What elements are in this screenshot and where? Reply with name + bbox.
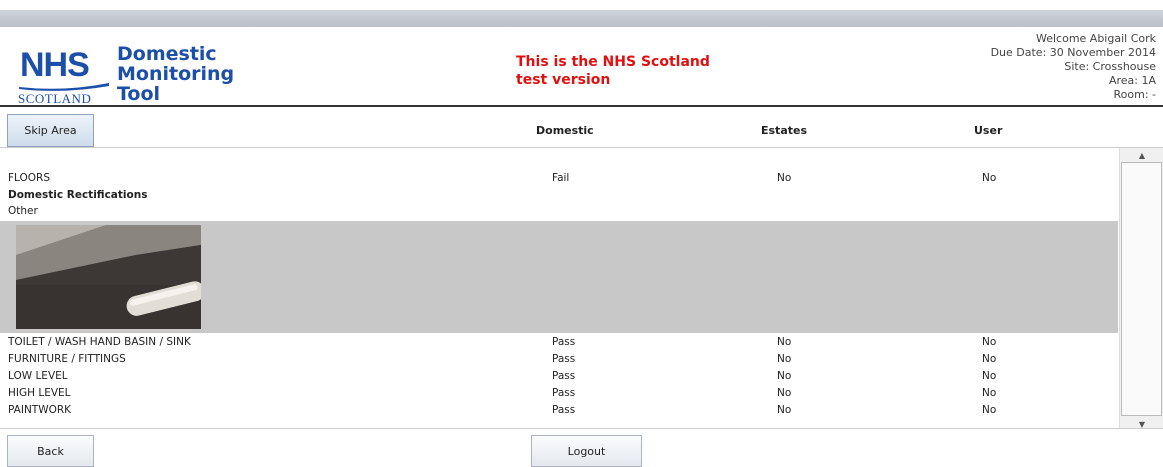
logout-button[interactable]: Logout [531, 435, 642, 467]
item-user: No [982, 353, 997, 365]
item-name: FLOORS [8, 172, 51, 184]
app-name-line-2: Monitoring [117, 63, 235, 85]
test-notice-line-1: This is the NHS Scotland [516, 54, 710, 70]
item-estates: No [777, 387, 792, 399]
item-user: No [982, 387, 997, 399]
rectifications-heading-text: Domestic Rectifications [8, 189, 148, 201]
list-item[interactable]: TOILET / WASH HAND BASIN / SINK Pass No … [0, 334, 1118, 351]
item-domestic: Pass [552, 404, 576, 416]
item-user: No [982, 336, 997, 348]
list-item[interactable]: FLOORS Fail No No [0, 170, 1118, 187]
logo-scotland-text: SCOTLAND [18, 91, 92, 106]
column-header-user: User [974, 124, 1003, 137]
item-estates: No [777, 370, 792, 382]
rectification-type: Other [0, 203, 1118, 220]
item-domestic: Pass [552, 353, 576, 365]
scrollbar-thumb[interactable] [1121, 162, 1162, 416]
item-domestic: Pass [552, 387, 576, 399]
rectification-type-text: Other [8, 205, 38, 217]
window-top-strip [0, 0, 1163, 10]
column-header-bar: Skip Area Domestic Estates User [0, 107, 1163, 148]
list-item[interactable]: LOW LEVEL Pass No No [0, 368, 1118, 385]
item-estates: No [777, 404, 792, 416]
app-name-line-3: Tool [117, 83, 161, 105]
area-text: Area: 1A [1108, 74, 1156, 87]
scroll-up-icon[interactable]: ▲ [1120, 151, 1163, 160]
logo-swoosh-icon [19, 83, 109, 91]
rectifications-heading: Domestic Rectifications [0, 187, 1118, 204]
app-header: NHS SCOTLAND Domestic Monitoring Tool Th… [0, 27, 1163, 107]
test-version-notice: This is the NHS Scotland test version [516, 53, 710, 89]
item-user: No [982, 404, 997, 416]
site-text: Site: Crosshouse [1064, 60, 1156, 73]
item-name: TOILET / WASH HAND BASIN / SINK [8, 336, 191, 348]
list-item[interactable]: FURNITURE / FITTINGS Pass No No [0, 351, 1118, 368]
column-header-domestic: Domestic [536, 124, 594, 137]
app-name-line-1: Domestic [117, 43, 217, 65]
item-domestic: Pass [552, 370, 576, 382]
rectification-photo-band [0, 221, 1118, 333]
list-item[interactable]: HIGH LEVEL Pass No No [0, 385, 1118, 402]
item-name: HIGH LEVEL [8, 387, 71, 399]
user-info: Welcome Abigail Cork Due Date: 30 Novemb… [991, 32, 1156, 102]
due-date-text: Due Date: 30 November 2014 [990, 46, 1156, 59]
footer-bar: Back Logout [0, 428, 1163, 467]
nhs-scotland-logo: NHS SCOTLAND Domestic Monitoring Tool [14, 44, 264, 106]
item-user: No [982, 172, 997, 184]
test-notice-line-2: test version [516, 72, 611, 88]
item-domestic: Pass [552, 336, 576, 348]
item-user: No [982, 370, 997, 382]
app-name: Domestic Monitoring Tool [117, 44, 234, 104]
item-name: LOW LEVEL [8, 370, 68, 382]
photo-image [16, 225, 201, 329]
item-domestic: Fail [552, 172, 570, 184]
item-estates: No [777, 336, 792, 348]
rectification-photo[interactable] [16, 225, 201, 329]
logo-nhs-text: NHS [20, 46, 90, 84]
room-text: Room: - [1113, 88, 1157, 101]
vertical-scrollbar[interactable]: ▲ ▼ [1119, 148, 1163, 434]
item-estates: No [777, 353, 792, 365]
item-name: FURNITURE / FITTINGS [8, 353, 126, 365]
audit-results-list: FLOORS Fail No No Domestic Rectification… [0, 148, 1118, 428]
item-name: PAINTWORK [8, 404, 72, 416]
skip-area-button[interactable]: Skip Area [7, 114, 94, 147]
list-item[interactable]: PAINTWORK Pass No No [0, 402, 1118, 419]
welcome-text: Welcome Abigail Cork [1035, 32, 1156, 45]
column-header-estates: Estates [761, 124, 808, 137]
back-button[interactable]: Back [7, 435, 94, 467]
title-bar [0, 10, 1163, 27]
item-estates: No [777, 172, 792, 184]
